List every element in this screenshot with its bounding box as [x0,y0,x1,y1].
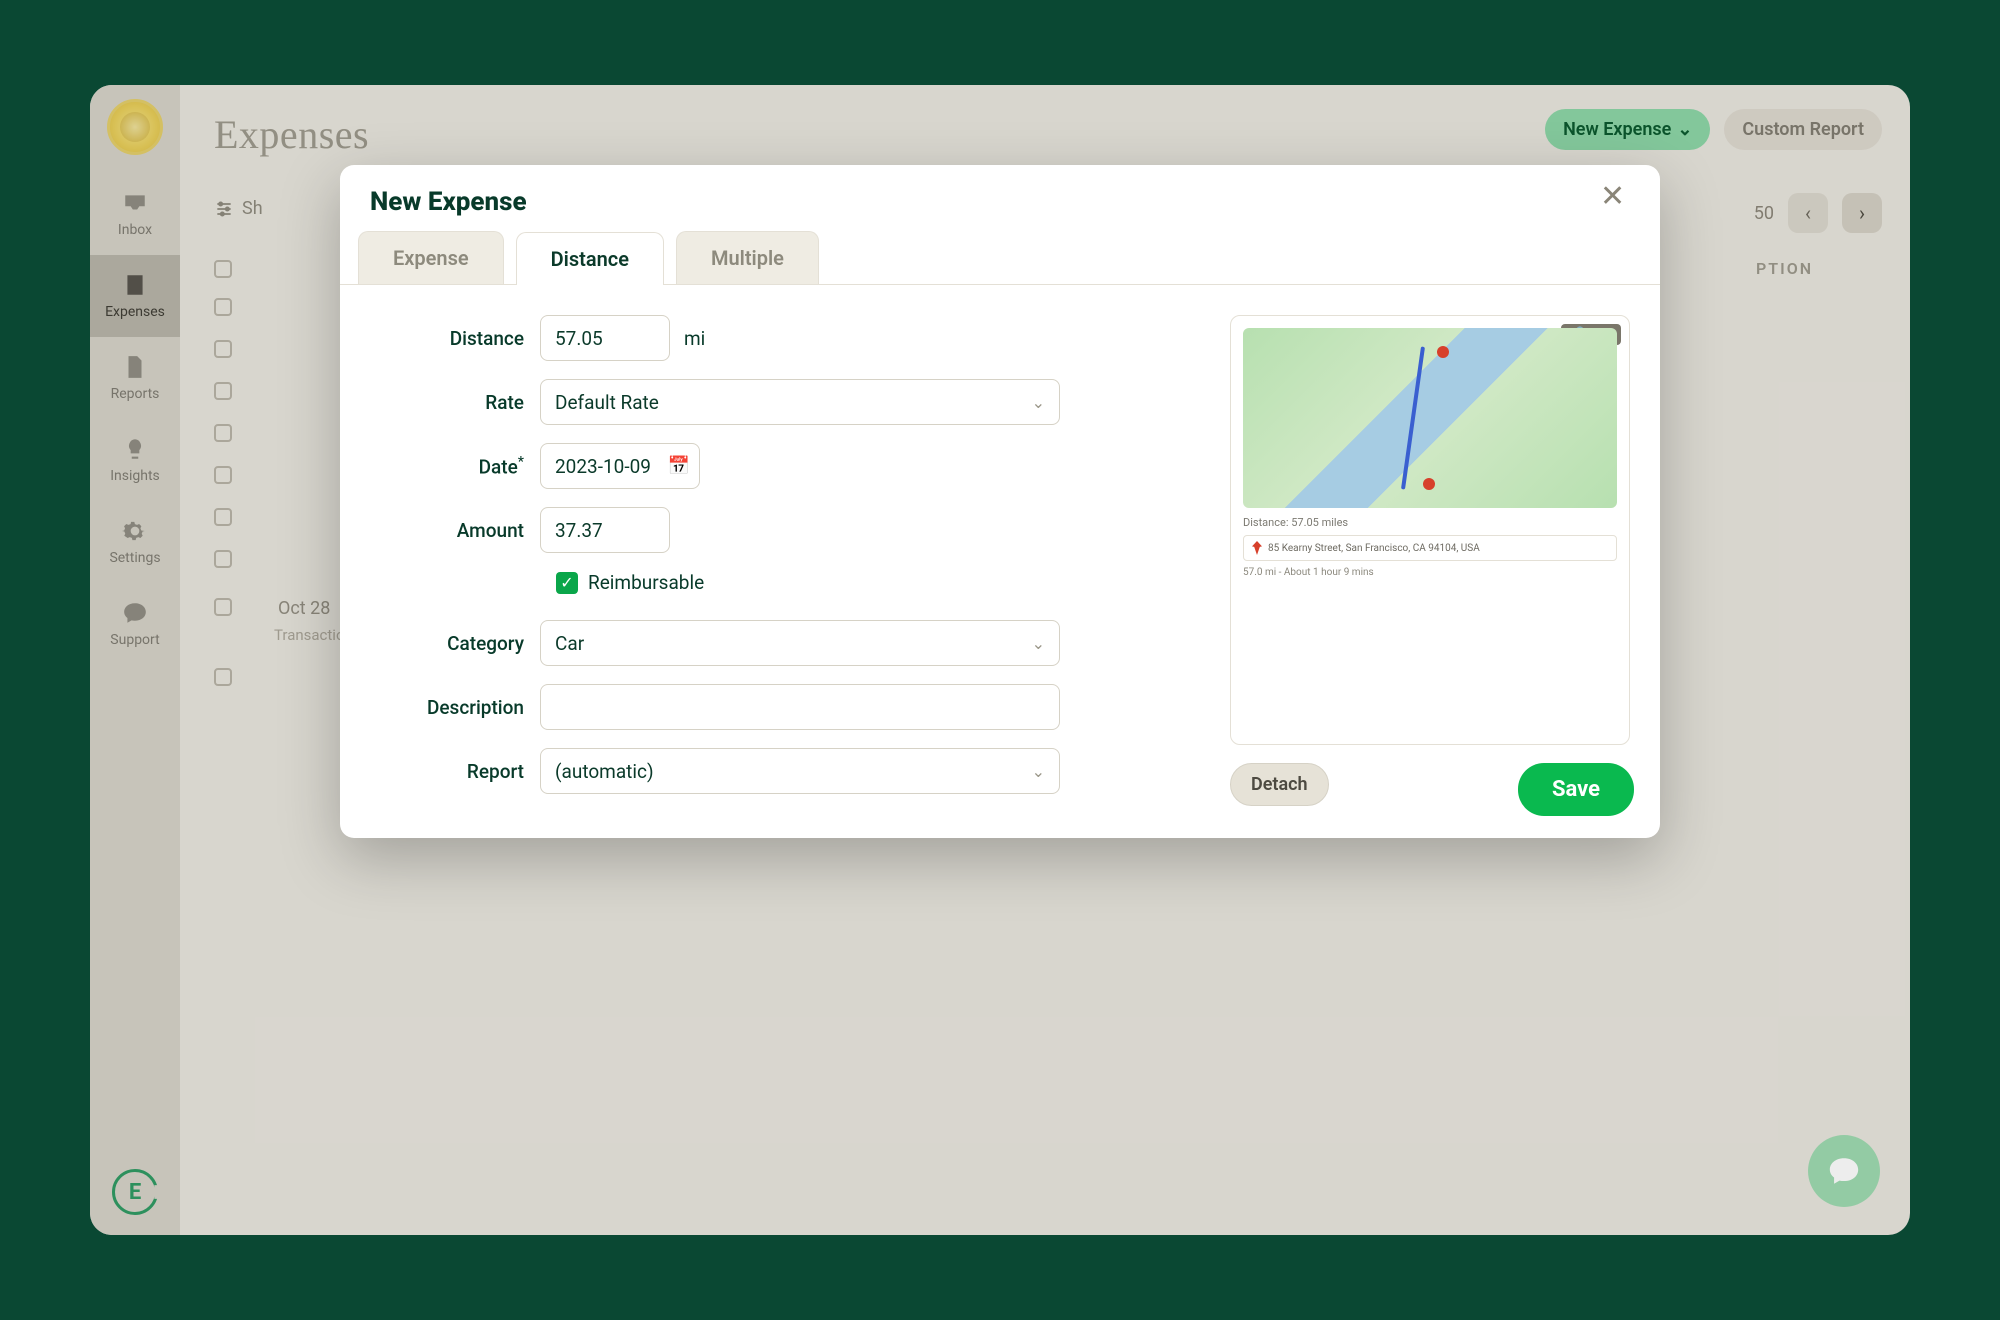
reimbursable-label: Reimbursable [588,571,704,594]
field-description: Description [370,684,1190,730]
reimbursable-checkbox[interactable]: ✓ [556,572,578,594]
field-date: Date* 📅 [370,443,1190,489]
tab-multiple[interactable]: Multiple [676,231,819,284]
app-window: Inbox Expenses Reports Insights Settings… [90,85,1910,1235]
amount-label: Amount [370,519,540,542]
modal-overlay: New Expense ✕ Expense Distance Multiple … [90,85,1910,1235]
map-address: 85 Kearny Street, San Francisco, CA 9410… [1243,535,1617,561]
field-distance: Distance mi [370,315,1190,361]
field-reimbursable: ✓ Reimbursable [556,571,1190,594]
tab-expense[interactable]: Expense [358,231,504,284]
modal-title: New Expense [370,187,527,217]
report-label: Report [370,760,540,783]
description-label: Description [370,696,540,719]
receipt-preview[interactable]: 🔗 PDF Distance: 57.05 miles 85 Kearny St… [1230,315,1630,745]
amount-input[interactable] [540,507,670,553]
description-input[interactable] [540,684,1060,730]
chevron-down-icon: ⌄ [1032,634,1045,653]
category-value: Car [555,632,584,655]
distance-label: Distance [370,327,540,350]
chevron-down-icon: ⌄ [1032,393,1045,412]
modal-body: Distance mi Rate Default Rate ⌄ Date [340,285,1660,838]
rate-select[interactable]: Default Rate ⌄ [540,379,1060,425]
map-pin-icon [1423,478,1435,490]
field-rate: Rate Default Rate ⌄ [370,379,1190,425]
new-expense-modal: New Expense ✕ Expense Distance Multiple … [340,165,1660,838]
date-label: Date* [370,454,540,478]
map-pin-icon [1437,346,1449,358]
map-distance-caption: Distance: 57.05 miles [1243,516,1617,529]
preview-column: 🔗 PDF Distance: 57.05 miles 85 Kearny St… [1230,315,1630,812]
detach-button[interactable]: Detach [1230,763,1329,806]
pin-icon [1252,541,1262,555]
distance-input[interactable] [540,315,670,361]
modal-tabs: Expense Distance Multiple [340,217,1660,285]
field-amount: Amount [370,507,1190,553]
tab-distance[interactable]: Distance [516,232,664,285]
route-summary: 57.0 mi - About 1 hour 9 mins [1243,567,1617,578]
modal-header: New Expense ✕ [340,165,1660,217]
save-button[interactable]: Save [1518,763,1634,816]
rate-label: Rate [370,391,540,414]
field-category: Category Car ⌄ [370,620,1190,666]
chevron-down-icon: ⌄ [1032,762,1045,781]
close-icon[interactable]: ✕ [1600,187,1630,217]
form-column: Distance mi Rate Default Rate ⌄ Date [370,315,1190,812]
distance-unit: mi [684,327,705,350]
map-thumbnail [1243,328,1617,508]
rate-value: Default Rate [555,391,659,414]
report-value: (automatic) [555,760,654,783]
calendar-icon[interactable]: 📅 [668,456,690,477]
report-select[interactable]: (automatic) ⌄ [540,748,1060,794]
category-select[interactable]: Car ⌄ [540,620,1060,666]
category-label: Category [370,632,540,655]
field-report: Report (automatic) ⌄ [370,748,1190,794]
